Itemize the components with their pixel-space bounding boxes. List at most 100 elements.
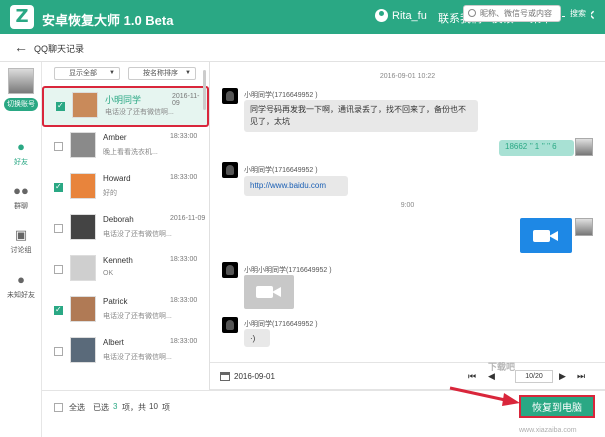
chat-date: 2016-09-01 bbox=[234, 372, 275, 381]
video-message[interactable] bbox=[244, 275, 294, 309]
message-text: 见了，太坑 bbox=[250, 117, 290, 126]
select-all-checkbox[interactable] bbox=[54, 403, 63, 412]
username: Rita_fu bbox=[392, 9, 427, 22]
app-logo: Z bbox=[10, 5, 34, 29]
contact-item-patrick[interactable]: Patrick 18:33:00 电话没了还有微信啊... bbox=[42, 292, 209, 333]
avatar bbox=[70, 296, 96, 322]
contact-preview: 电话没了还有微信啊... bbox=[103, 231, 172, 238]
sidebar-item-label: 好友 bbox=[14, 159, 28, 166]
contact-item-amber[interactable]: Amber 18:33:00 晚上看看洗衣机... bbox=[42, 128, 209, 169]
avatar bbox=[70, 173, 96, 199]
avatar bbox=[575, 218, 593, 236]
contact-date: 18:33:00 bbox=[170, 174, 198, 181]
sidebar-item-friends[interactable]: ● 好友 bbox=[0, 140, 42, 167]
contact-item-albert[interactable]: Albert 18:33:00 电话没了还有微信啊... bbox=[42, 333, 209, 374]
contact-preview: 电话没了还有微信啊... bbox=[103, 313, 172, 320]
switch-account-button[interactable]: 切换账号 bbox=[4, 98, 38, 111]
video-camera-icon bbox=[256, 285, 282, 299]
message-text: 同学号码再发我一下啊，通讯录丢了，找不回来了，备份也不 bbox=[250, 105, 466, 114]
contact-name: Deborah bbox=[103, 215, 134, 224]
sidebar-item-label: 讨论组 bbox=[10, 247, 32, 254]
chat-footer: 2016-09-01 ⏮ ◀ 10/20 ▶ ⏭ bbox=[210, 362, 605, 390]
search-input[interactable] bbox=[463, 5, 561, 22]
unknown-friend-icon: ● bbox=[17, 272, 25, 287]
contact-date: 18:33:00 bbox=[170, 256, 198, 263]
restore-to-computer-button[interactable]: 恢复到电脑 bbox=[519, 395, 595, 418]
total-suffix: 项 bbox=[162, 403, 170, 412]
sidebar: 切换账号 ● 好友 ●● 群聊 ▣ 讨论组 ● 未知好友 bbox=[0, 62, 42, 437]
page-indicator[interactable]: 10/20 bbox=[515, 370, 553, 383]
watermark-text: 下载吧 bbox=[488, 362, 516, 372]
contact-date: 2016-11-09 bbox=[172, 93, 200, 107]
contact-checkbox[interactable] bbox=[54, 265, 63, 274]
avatar bbox=[222, 88, 238, 104]
contact-name: Amber bbox=[103, 133, 127, 142]
avatar bbox=[70, 132, 96, 158]
last-page-icon[interactable]: ⏭ bbox=[577, 371, 585, 382]
contact-checkbox[interactable] bbox=[54, 182, 63, 192]
account-avatar bbox=[8, 68, 34, 94]
message-sender: 小明同学(1716649952 ) bbox=[244, 92, 318, 99]
contact-checkbox[interactable] bbox=[54, 347, 63, 356]
calendar-icon[interactable] bbox=[220, 372, 230, 381]
selected-prefix: 已选 bbox=[93, 403, 109, 412]
contact-checkbox[interactable] bbox=[54, 305, 63, 315]
message-bubble: 同学号码再发我一下啊，通讯录丢了，找不回来了，备份也不 见了，太坑 bbox=[244, 100, 478, 132]
select-all-label: 全选 bbox=[69, 403, 85, 412]
first-page-icon[interactable]: ⏮ bbox=[468, 371, 476, 382]
video-message[interactable] bbox=[520, 218, 572, 253]
sidebar-item-unknown-friends[interactable]: ● 未知好友 bbox=[0, 273, 42, 300]
message-sender: 小明小明同学(1716649952 ) bbox=[244, 267, 332, 274]
contact-list: 显示全部 按名称排序 小明同学 2016-11-09 电话没了还有微信啊... … bbox=[42, 62, 209, 437]
person-icon: ● bbox=[17, 139, 25, 154]
message-sender: 小明同学(1716649952 ) bbox=[244, 321, 318, 328]
contact-date: 18:33:00 bbox=[170, 297, 198, 304]
contact-item-xiaoming[interactable]: 小明同学 2016-11-09 电话没了还有微信啊... bbox=[42, 86, 209, 127]
video-camera-icon bbox=[533, 229, 559, 243]
avatar bbox=[70, 337, 96, 363]
contact-preview: OK bbox=[103, 270, 114, 277]
contact-name: Kenneth bbox=[103, 256, 133, 265]
sent-message-bubble: 18662 ’’ 1 ’’ ’’ 6 bbox=[499, 140, 574, 156]
contact-item-deborah[interactable]: Deborah 2016-11-09 电话没了还有微信啊... bbox=[42, 210, 209, 251]
sidebar-item-label: 未知好友 bbox=[7, 292, 35, 299]
chat-panel: 2016-09-01 10:22 小明同学(1716649952 ) 同学号码再… bbox=[210, 62, 605, 362]
user-account[interactable]: Rita_fu bbox=[375, 9, 427, 22]
avatar bbox=[70, 255, 96, 281]
search-button[interactable]: 搜索 bbox=[565, 5, 591, 22]
annotation-arrow-icon bbox=[449, 386, 520, 406]
avatar bbox=[575, 138, 593, 156]
selected-mid: 项，共 bbox=[122, 403, 146, 412]
search-icon bbox=[468, 9, 476, 17]
user-icon bbox=[375, 9, 388, 22]
message-timestamp: 2016-09-01 10:22 bbox=[379, 73, 436, 80]
message-timestamp: 9:00 bbox=[400, 202, 415, 209]
breadcrumb: QQ聊天记录 bbox=[34, 44, 85, 54]
contact-name: Howard bbox=[103, 174, 131, 183]
group-icon: ●● bbox=[13, 183, 29, 198]
show-filter-dropdown[interactable]: 显示全部 bbox=[54, 67, 120, 80]
avatar bbox=[222, 162, 238, 178]
contact-item-howard[interactable]: Howard 18:33:00 好的 bbox=[42, 169, 209, 210]
contact-preview: 好的 bbox=[103, 190, 117, 197]
sidebar-item-groups[interactable]: ●● 群聊 bbox=[0, 184, 42, 211]
message-bubble: ·) bbox=[244, 329, 270, 347]
contact-list-scrollbar[interactable] bbox=[203, 70, 206, 110]
message-sender: 小明同学(1716649952 ) bbox=[244, 167, 318, 174]
contact-checkbox[interactable] bbox=[56, 101, 65, 111]
next-page-icon[interactable]: ▶ bbox=[559, 371, 566, 382]
contact-name: 小明同学 bbox=[105, 95, 142, 105]
avatar bbox=[222, 262, 238, 278]
contact-item-kenneth[interactable]: Kenneth 18:33:00 OK bbox=[42, 251, 209, 292]
sort-dropdown[interactable]: 按名称排序 bbox=[128, 67, 196, 80]
contact-checkbox[interactable] bbox=[54, 142, 63, 151]
discussion-icon: ▣ bbox=[14, 227, 28, 242]
toolbar: ← QQ聊天记录 bbox=[0, 34, 605, 62]
back-arrow-icon[interactable]: ← bbox=[14, 39, 28, 55]
contact-preview: 电话没了还有微信啊... bbox=[105, 109, 174, 116]
message-link[interactable]: http://www.baidu.com bbox=[244, 176, 348, 196]
contact-checkbox[interactable] bbox=[54, 224, 63, 233]
sidebar-item-label: 群聊 bbox=[14, 203, 28, 210]
sidebar-item-discussions[interactable]: ▣ 讨论组 bbox=[0, 228, 42, 255]
watermark-url: www.xiazaiba.com bbox=[519, 427, 577, 434]
